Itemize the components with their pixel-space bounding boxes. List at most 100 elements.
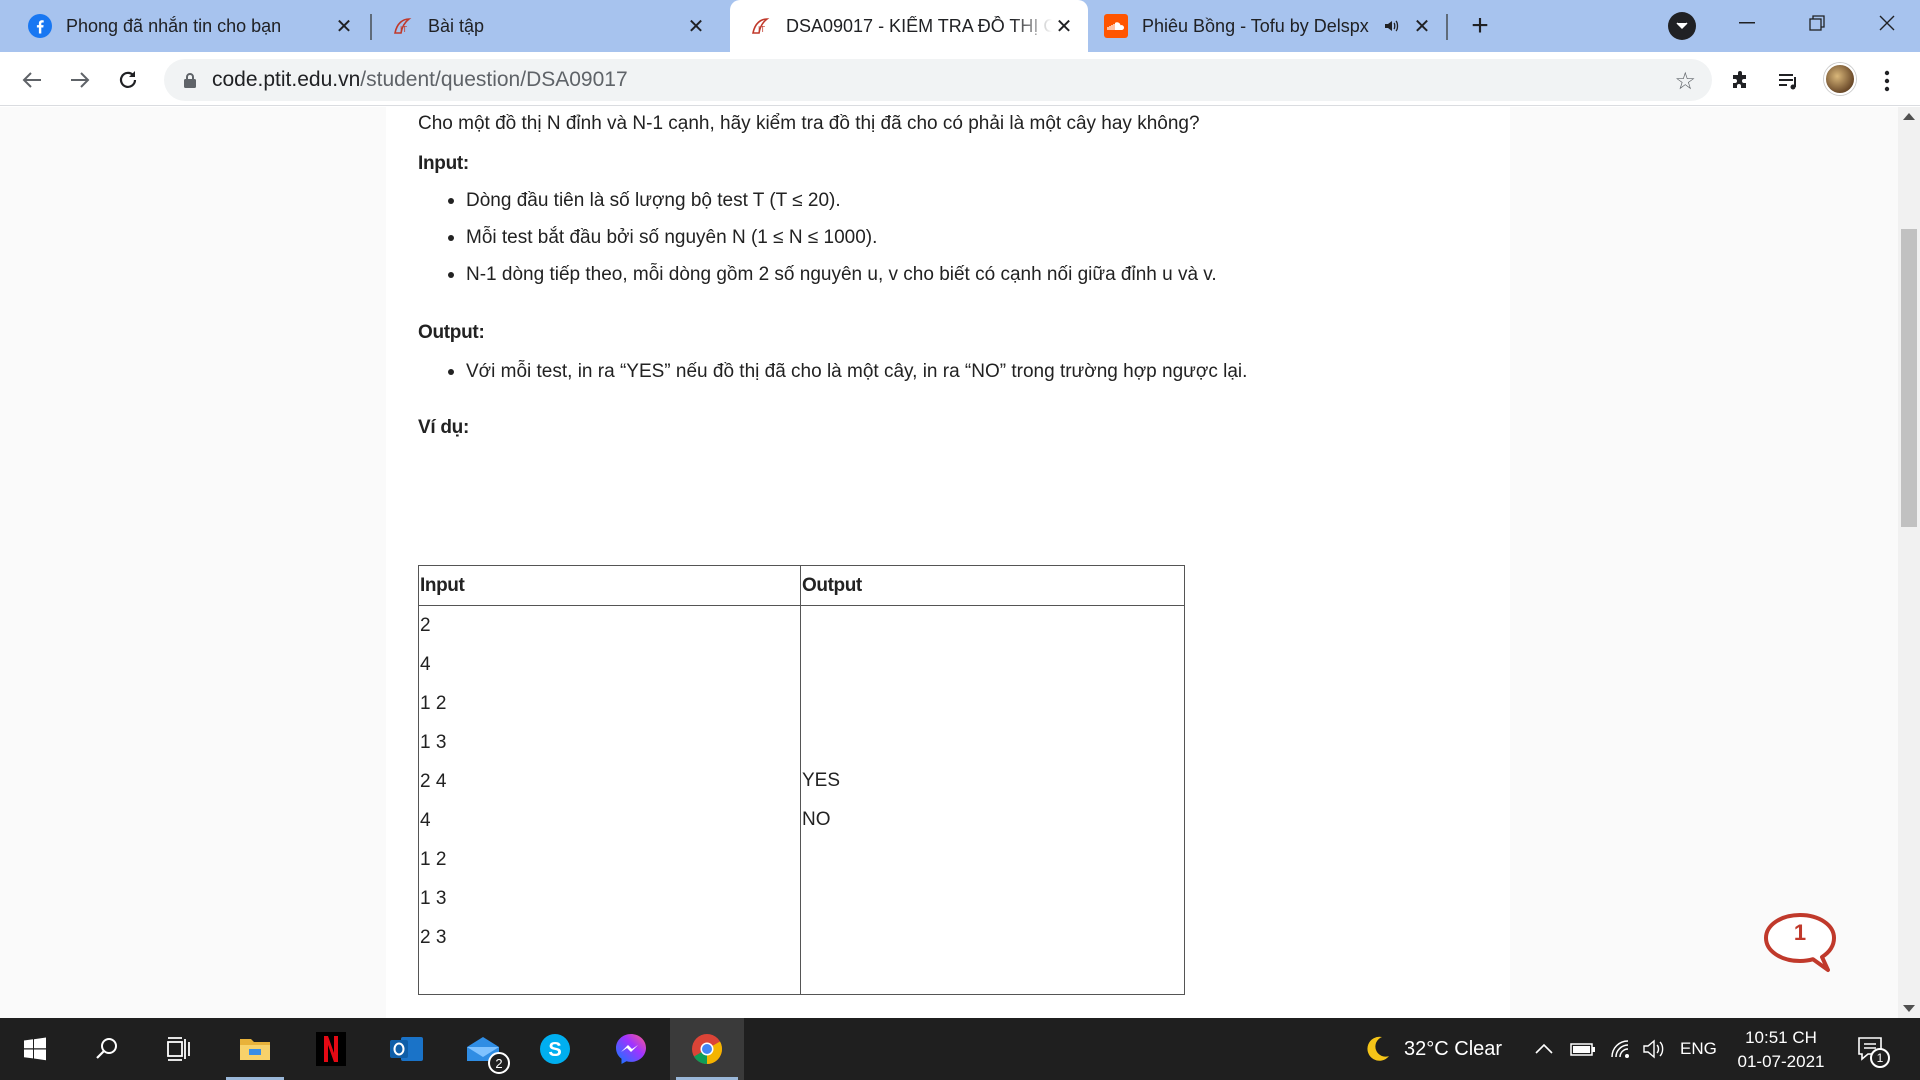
messenger-icon: [616, 1034, 646, 1064]
new-tab-button[interactable]: +: [1464, 9, 1496, 42]
input-line: 2: [420, 615, 431, 636]
close-tab-icon[interactable]: ✕: [1410, 14, 1434, 38]
url-path: /student/question/DSA09017: [360, 68, 628, 91]
chat-widget-button[interactable]: 1: [1762, 912, 1838, 974]
chevron-up-icon: [1535, 1043, 1553, 1054]
speaker-icon[interactable]: [1384, 19, 1400, 33]
language-indicator[interactable]: ENG: [1680, 1018, 1717, 1080]
tab-separator: [1446, 14, 1448, 40]
taskbar-chrome[interactable]: [670, 1018, 744, 1080]
taskbar-netflix[interactable]: [296, 1018, 366, 1080]
sample-output-lines: YES NO: [802, 761, 1183, 839]
taskbar-file-explorer[interactable]: [220, 1018, 290, 1080]
volume-icon: [1643, 1039, 1664, 1059]
taskbar-outlook[interactable]: [372, 1018, 442, 1080]
weather-widget[interactable]: 32°C Clear: [1362, 1018, 1502, 1080]
sample-output-cell: YES NO: [800, 605, 1185, 995]
clock-time: 10:51 CH: [1745, 1028, 1817, 1047]
mail-badge: 2: [488, 1052, 510, 1074]
list-item: Với mỗi test, in ra “YES” nếu đồ thị đã …: [448, 360, 1247, 397]
moon-icon: [1367, 1036, 1389, 1061]
soundcloud-icon: [1104, 14, 1128, 38]
address-bar[interactable]: code.ptit.edu.vn/student/question/DSA090…: [164, 59, 1712, 101]
action-center-button[interactable]: 1: [1856, 1034, 1890, 1068]
problem-intro: Cho một đồ thị N đỉnh và N-1 cạnh, hãy k…: [418, 113, 1200, 134]
taskbar-messenger[interactable]: [596, 1018, 666, 1080]
battery-icon: [1570, 1043, 1595, 1056]
taskbar-skype[interactable]: S: [520, 1018, 590, 1080]
table-row: 2 4 1 2 1 3 2 4 4 1 2 1 3 2 3 YES NO: [418, 605, 1185, 995]
facebook-icon: [28, 14, 52, 38]
clock-date: 01-07-2021: [1737, 1052, 1825, 1071]
file-explorer-icon: [240, 1039, 270, 1060]
close-tab-icon[interactable]: ✕: [332, 14, 356, 38]
back-button[interactable]: [14, 62, 50, 98]
input-line: 4: [420, 654, 431, 675]
tab-soundcloud[interactable]: Phiêu Bồng - Tofu by Delspx ✕: [1090, 0, 1446, 52]
header-output: Output: [800, 565, 1185, 606]
show-hidden-icons-button[interactable]: [1534, 1018, 1554, 1080]
input-line: 1 3: [420, 732, 447, 753]
close-tab-icon[interactable]: ✕: [684, 14, 708, 38]
tab-search-button[interactable]: [1668, 12, 1696, 40]
svg-text:S: S: [548, 1039, 561, 1061]
close-tab-icon[interactable]: ✕: [1052, 14, 1076, 38]
page-viewport: Cho một đồ thị N đỉnh và N-1 cạnh, hãy k…: [0, 107, 1898, 1018]
netflix-icon: [316, 1032, 346, 1066]
scroll-down-arrow-icon[interactable]: [1903, 1005, 1915, 1012]
notification-badge: 1: [1870, 1048, 1890, 1068]
restore-button[interactable]: [1792, 6, 1842, 40]
taskbar-search-button[interactable]: [72, 1018, 142, 1080]
tab-bai-tap[interactable]: IT Bài tập ✕: [360, 0, 720, 52]
tab-title: Phong đã nhắn tin cho bạn: [66, 15, 282, 36]
tab-facebook[interactable]: Phong đã nhắn tin cho bạn ✕: [0, 0, 368, 52]
minimize-icon: [1739, 22, 1755, 24]
input-line: 1 2: [420, 693, 447, 714]
start-icon: [24, 1037, 46, 1061]
tab-dsa09017[interactable]: IT DSA09017 - KIỂM TRA ĐỒ THỊ CÓ ✕: [730, 0, 1088, 52]
reload-icon: [119, 71, 137, 88]
weather-text: 32°C Clear: [1404, 1037, 1503, 1060]
menu-kebab-icon[interactable]: [1872, 66, 1902, 96]
battery-button[interactable]: [1570, 1018, 1596, 1080]
output-list: Với mỗi test, in ra “YES” nếu đồ thị đã …: [448, 360, 1247, 397]
tab-title: DSA09017 - KIỂM TRA ĐỒ THỊ CÓ: [786, 15, 1052, 36]
scroll-up-arrow-icon[interactable]: [1903, 113, 1915, 120]
arrow-left-icon: [22, 72, 41, 88]
input-heading: Input:: [418, 153, 469, 174]
skype-icon: S: [540, 1034, 570, 1064]
bookmark-star-icon[interactable]: ☆: [1674, 67, 1696, 96]
list-item: Dòng đầu tiên là số lượng bộ test T (T ≤…: [448, 189, 1217, 226]
taskbar-mail[interactable]: 2: [448, 1018, 518, 1080]
network-button[interactable]: [1610, 1018, 1632, 1080]
wifi-icon: [1611, 1040, 1629, 1058]
sample-input-cell: 2 4 1 2 1 3 2 4 4 1 2 1 3 2 3: [418, 605, 801, 995]
input-list: Dòng đầu tiên là số lượng bộ test T (T ≤…: [448, 189, 1217, 300]
list-item: N-1 dòng tiếp theo, mỗi dòng gồm 2 số ng…: [448, 263, 1217, 300]
volume-button[interactable]: [1642, 1018, 1666, 1080]
svg-text:IT: IT: [758, 25, 765, 34]
media-control-icon[interactable]: [1774, 66, 1804, 96]
scrollbar-thumb[interactable]: [1901, 229, 1917, 527]
input-line: 1 3: [420, 888, 447, 909]
task-view-button[interactable]: [144, 1018, 214, 1080]
task-view-icon: [167, 1037, 190, 1061]
page-scrollbar[interactable]: [1898, 107, 1920, 1018]
profile-avatar[interactable]: [1824, 63, 1856, 95]
input-line: 1 2: [420, 849, 447, 870]
url-host: code.ptit.edu.vn: [212, 68, 361, 91]
chat-count: 1: [1793, 920, 1807, 945]
reload-button[interactable]: [110, 62, 146, 98]
tab-title: Bài tập: [428, 15, 485, 36]
close-window-button[interactable]: [1862, 6, 1912, 40]
minimize-button[interactable]: [1722, 6, 1772, 40]
search-icon: [96, 1038, 117, 1059]
lock-icon[interactable]: [182, 72, 198, 88]
forward-button[interactable]: [62, 62, 98, 98]
start-button[interactable]: [0, 1018, 70, 1080]
svg-text:IT: IT: [400, 25, 407, 34]
extensions-icon[interactable]: [1726, 66, 1756, 96]
clock[interactable]: 10:51 CH 01-07-2021: [1726, 1026, 1836, 1074]
sample-table: Input Output 2 4 1 2 1 3 2 4 4 1 2 1 3 2…: [418, 565, 1185, 995]
header-input: Input: [418, 565, 801, 606]
